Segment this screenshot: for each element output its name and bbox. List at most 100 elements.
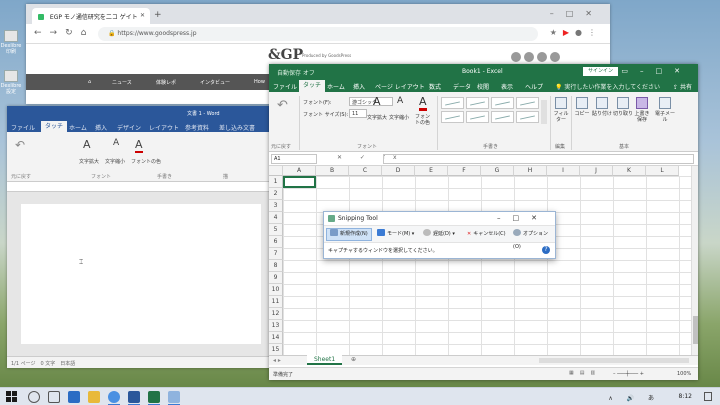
tab-review[interactable]: 校閲: [477, 82, 489, 91]
search-icon[interactable]: [28, 391, 40, 403]
tab-file[interactable]: ファイル: [273, 82, 297, 91]
column-header[interactable]: L: [646, 166, 679, 176]
row-header[interactable]: 2: [269, 188, 283, 200]
nav-link[interactable]: 体験レポ: [156, 79, 176, 86]
excel-icon[interactable]: [148, 391, 160, 405]
column-header[interactable]: G: [481, 166, 514, 176]
add-sheet-icon[interactable]: ⊕: [351, 356, 356, 363]
paste-button[interactable]: 貼り付け: [591, 97, 613, 117]
tab-mailings[interactable]: 差し込み文書: [219, 123, 255, 132]
share-button[interactable]: ⇪ 共有: [673, 82, 692, 91]
row-header[interactable]: 15: [269, 344, 283, 355]
zoom-slider[interactable]: – ───┼─── +: [613, 371, 644, 377]
row-header[interactable]: 1: [269, 176, 283, 188]
vertical-scrollbar[interactable]: [691, 166, 698, 355]
sheet-nav-arrows[interactable]: ◂ ▸: [273, 357, 281, 364]
column-header[interactable]: J: [580, 166, 613, 176]
nav-link[interactable]: インタビュー: [200, 79, 230, 86]
start-button[interactable]: [6, 391, 17, 402]
delay-button[interactable]: 遅延(D) ▾: [420, 228, 458, 241]
column-header[interactable]: E: [415, 166, 448, 176]
tab-design[interactable]: デザイン: [117, 123, 141, 132]
name-box[interactable]: A1: [271, 154, 317, 164]
desktop-icon-dexlibre-print[interactable]: Dexlibre 印刷: [0, 30, 22, 55]
cut-button[interactable]: 切り取り: [613, 97, 633, 117]
tab-insert[interactable]: 挿入: [95, 123, 107, 132]
copy-button[interactable]: コピー: [573, 97, 591, 117]
row-header[interactable]: 8: [269, 260, 283, 272]
column-header[interactable]: D: [382, 166, 415, 176]
font-color-icon[interactable]: A: [135, 138, 143, 153]
column-header[interactable]: B: [316, 166, 349, 176]
email-button[interactable]: 電子メール: [653, 97, 677, 123]
row-header[interactable]: 14: [269, 332, 283, 344]
column-header[interactable]: C: [349, 166, 382, 176]
ink-pen-style[interactable]: [516, 97, 539, 109]
row-header[interactable]: 13: [269, 320, 283, 332]
view-buttons[interactable]: ▦▤▥: [569, 370, 601, 376]
signin-button[interactable]: サインイン: [583, 67, 619, 76]
ink-pen-style[interactable]: [491, 111, 514, 123]
edge-icon[interactable]: [68, 391, 80, 403]
cancel-button[interactable]: ✕ キャンセル(C): [464, 228, 509, 241]
row-header[interactable]: 6: [269, 236, 283, 248]
shrink-font-icon[interactable]: A: [113, 138, 119, 148]
youtube-icon[interactable]: [537, 52, 547, 62]
notification-icon[interactable]: [704, 392, 712, 401]
column-header[interactable]: A: [283, 166, 316, 176]
word-icon[interactable]: [128, 391, 140, 405]
tab-references[interactable]: 参考資料: [185, 123, 209, 132]
site-logo[interactable]: &GP: [268, 47, 303, 63]
column-header[interactable]: H: [514, 166, 547, 176]
quick-access-toolbar[interactable]: 自動保存 オフ: [277, 68, 315, 77]
task-view-icon[interactable]: [48, 391, 60, 403]
nav-buttons[interactable]: ←→↻⌂: [34, 28, 94, 38]
chrome-icon[interactable]: [108, 391, 120, 405]
formula-input[interactable]: [383, 154, 694, 164]
select-all-corner[interactable]: [269, 166, 283, 176]
system-tray[interactable]: ∧ 🔊 あ: [608, 393, 660, 402]
facebook-icon[interactable]: [511, 52, 521, 62]
tab-insert[interactable]: 挿入: [353, 82, 365, 91]
extensions-area[interactable]: ★▶●⋮: [550, 28, 602, 37]
tab-view[interactable]: 表示: [501, 82, 513, 91]
row-header[interactable]: 12: [269, 308, 283, 320]
tab-formulas[interactable]: 数式: [429, 82, 441, 91]
desktop-icon-dexlibre-settings[interactable]: Dexlibre 設定: [0, 70, 22, 95]
row-header[interactable]: 4: [269, 212, 283, 224]
column-header[interactable]: I: [547, 166, 580, 176]
save-button[interactable]: 上書き保存: [633, 97, 651, 123]
font-name-select[interactable]: 游ゴシック: [349, 97, 393, 106]
tab-touch[interactable]: タッチ: [299, 80, 326, 92]
ink-pen-style[interactable]: [516, 111, 539, 123]
ink-pen-style[interactable]: [491, 97, 514, 109]
browser-tab[interactable]: EGP モノ通信研究を二コ ゲイト ✕: [32, 8, 150, 24]
column-header[interactable]: K: [613, 166, 646, 176]
tab-page-layout[interactable]: ページ レイアウト: [375, 82, 425, 91]
tab-data[interactable]: データ: [453, 82, 471, 91]
sheet-tab[interactable]: Sheet1: [307, 355, 343, 365]
gallery-scroll[interactable]: [541, 100, 547, 124]
row-header[interactable]: 9: [269, 272, 283, 284]
tab-help[interactable]: ヘルプ: [525, 82, 543, 91]
spreadsheet-grid[interactable]: ABCDEFGHIJKL 12345678910111213141516: [269, 166, 691, 355]
row-header[interactable]: 7: [269, 248, 283, 260]
zoom-level[interactable]: 100%: [677, 371, 691, 377]
tab-file[interactable]: ファイル: [11, 123, 35, 132]
file-explorer-icon[interactable]: [88, 391, 100, 403]
row-header[interactable]: 5: [269, 224, 283, 236]
row-header[interactable]: 10: [269, 284, 283, 296]
shrink-font-icon[interactable]: A: [397, 96, 403, 106]
window-controls[interactable]: –□✕: [550, 9, 604, 18]
cell-area[interactable]: [283, 176, 691, 355]
row-header[interactable]: 3: [269, 200, 283, 212]
tell-me-search[interactable]: 💡 実行したい作業を入力してください: [555, 82, 660, 91]
ink-pen-style[interactable]: [441, 111, 464, 123]
window-controls[interactable]: ▭–□✕: [621, 67, 692, 75]
ink-pen-style[interactable]: [466, 111, 489, 123]
tab-home[interactable]: ホーム: [69, 123, 87, 132]
column-header[interactable]: F: [448, 166, 481, 176]
nav-link[interactable]: ニュース: [112, 79, 132, 86]
help-icon[interactable]: ?: [542, 246, 550, 254]
address-bar[interactable]: 🔒 https://www.goodspress.jp: [98, 27, 538, 41]
